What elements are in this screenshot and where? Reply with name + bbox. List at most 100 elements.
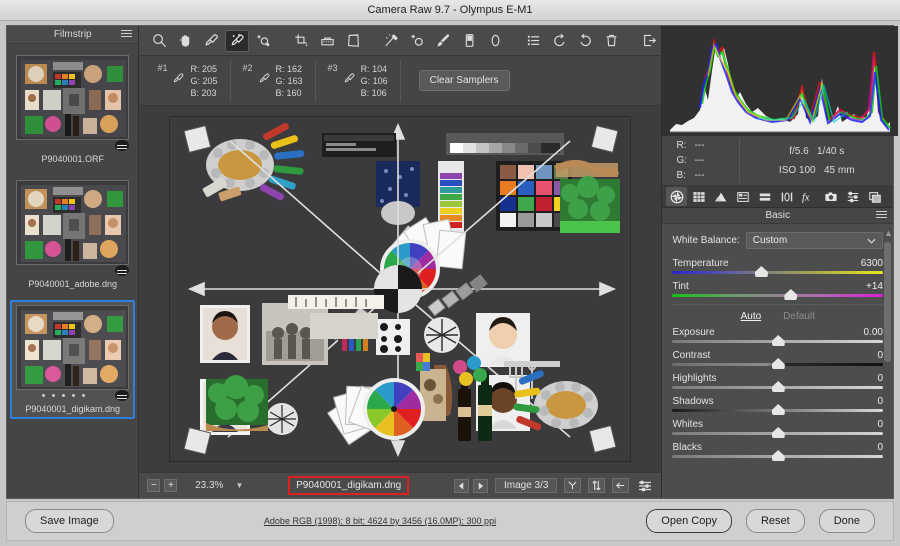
previous-image-button[interactable] [453,478,469,493]
b-value: --- [694,170,705,181]
slider-label: Contrast [672,350,711,361]
histogram-plot [662,26,899,136]
zoom-level-value: 23.3% [195,480,224,491]
filmstrip-header: Filmstrip [7,26,139,44]
targeted-adjustment-tool[interactable] [251,30,275,52]
list-item[interactable]: P9040001.ORF [10,50,135,169]
svg-text:fx: fx [802,192,810,203]
slider-track[interactable] [672,266,883,277]
slider-track[interactable] [672,358,883,369]
tab-tone-curve[interactable] [688,187,709,206]
slider-whites[interactable]: Whites 0 [672,419,883,438]
slider-track[interactable] [672,427,883,438]
scrollbar-thumb[interactable] [884,242,891,362]
thumbnail[interactable] [16,305,130,390]
focal-length-value: 45 mm [823,164,855,176]
chevron-down-icon[interactable]: ▼ [235,481,243,490]
back-button[interactable] [612,478,630,493]
next-image-button[interactable] [472,478,488,493]
right-panel: R: --- G: --- B: --- f/5.6 1/40 s ISO 100 4… [661,26,899,498]
color-sampler-tool[interactable] [225,29,250,52]
image-info: R: --- G: --- B: --- f/5.6 1/40 s ISO 100 4… [662,136,893,186]
slider-contrast[interactable]: Contrast 0 [672,350,883,369]
workflow-options-link[interactable]: Adobe RGB (1998); 8 bit; 4624 by 3456 (1… [114,516,647,526]
tab-snapshots[interactable] [864,187,885,206]
preferences-tool[interactable] [521,30,545,52]
default-button[interactable]: Default [783,311,815,322]
save-image-button[interactable]: Save Image [25,509,114,533]
auto-button[interactable]: Auto [741,311,762,322]
histogram[interactable] [662,26,899,136]
white-balance-select[interactable]: Custom [745,232,883,249]
zoom-out-button[interactable]: − [147,479,161,492]
sampler-r: R: 205 [190,63,217,74]
slider-value: 0.00 [863,327,883,338]
radial-filter-tool[interactable] [483,30,507,52]
slider-track[interactable] [672,381,883,392]
slider-label: Blacks [672,442,702,453]
zoom-tool[interactable] [147,30,171,52]
list-item-selected[interactable]: P9040001_digikam.dng [10,300,136,419]
slider-tint[interactable]: Tint +14 [672,281,883,300]
rotate-left-tool[interactable] [547,30,571,52]
tab-effects[interactable]: fx [798,187,819,206]
swap-button[interactable] [588,478,606,493]
done-button[interactable]: Done [818,509,875,533]
slider-blacks[interactable]: Blacks 0 [672,442,883,461]
tab-split-toning[interactable] [754,187,775,206]
slider-value: 0 [877,442,883,453]
synchronize-button[interactable] [564,478,582,493]
tab-presets[interactable] [842,187,863,206]
red-eye-tool[interactable] [405,30,429,52]
open-copy-button[interactable]: Open Copy [646,509,732,533]
panel-scrollbar[interactable]: ▲ [884,228,893,494]
edited-badge-icon [115,390,130,401]
sampler-values: R: 162 G: 163 B: 160 [276,63,303,99]
export-tool[interactable] [637,30,661,52]
slider-temperature[interactable]: Temperature 6300 [672,258,883,277]
settings-button[interactable] [636,478,653,493]
g-label: G: [676,155,688,166]
thumbnail[interactable] [16,180,130,265]
slider-track[interactable] [672,450,883,461]
chevron-up-icon[interactable]: ▲ [884,228,893,238]
white-balance-tool[interactable] [199,30,223,52]
filmstrip-list[interactable]: P9040001.ORF P9040001_adobe.dng P9040001… [7,44,138,498]
straighten-tool[interactable] [315,30,339,52]
zoom-in-button[interactable]: + [164,479,178,492]
transform-tool[interactable] [341,30,365,52]
rating-dots[interactable] [42,394,86,397]
spot-removal-tool[interactable] [379,30,403,52]
filmstrip-title: Filmstrip [53,29,92,40]
shutter-value: 1/40 s [817,145,845,157]
tab-detail[interactable] [710,187,731,206]
image-preview[interactable] [169,116,632,462]
footer-actions: Open Copy Reset Done [646,509,875,533]
edited-badge-icon [115,265,130,276]
tab-basic[interactable] [666,187,688,206]
preview-area[interactable] [139,106,662,472]
slider-highlights[interactable]: Highlights 0 [672,373,883,392]
slider-track[interactable] [672,289,883,300]
rotate-right-tool[interactable] [573,30,597,52]
tab-lens-corrections[interactable] [776,187,797,206]
tab-camera-calibration[interactable] [820,187,841,206]
thumbnail[interactable] [16,55,130,140]
tab-hsl-grayscale[interactable] [732,187,753,206]
hamburger-icon[interactable] [876,211,887,220]
iso-value: ISO 100 [778,164,816,176]
list-item[interactable]: P9040001_adobe.dng [10,175,135,294]
crop-tool[interactable] [289,30,313,52]
slider-exposure[interactable]: Exposure 0.00 [672,327,883,346]
slider-track[interactable] [672,335,883,346]
reset-button[interactable]: Reset [745,509,805,533]
graduated-filter-tool[interactable] [457,30,481,52]
clear-samplers-button[interactable]: Clear Samplers [418,70,510,91]
slider-track[interactable] [672,404,883,415]
hand-tool[interactable] [173,30,197,52]
slider-value: 0 [877,373,883,384]
hamburger-icon[interactable] [121,30,133,39]
slider-shadows[interactable]: Shadows 0 [672,396,883,415]
adjustment-brush-tool[interactable] [431,30,455,52]
delete-tool[interactable] [599,30,623,52]
